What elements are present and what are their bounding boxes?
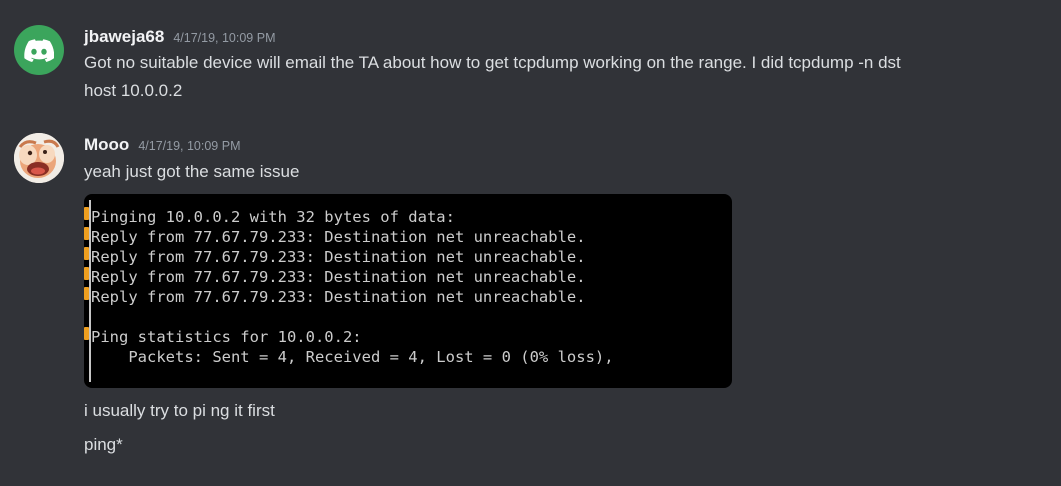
timestamp: 4/17/19, 10:09 PM xyxy=(173,31,276,45)
terminal-marker xyxy=(84,247,89,260)
terminal-line: Reply from 77.67.79.233: Destination net… xyxy=(91,288,586,306)
username[interactable]: jbaweja68 xyxy=(84,27,164,47)
timestamp: 4/17/19, 10:09 PM xyxy=(138,139,241,153)
terminal-marker xyxy=(84,267,89,280)
message-text: Got no suitable device will email the TA… xyxy=(84,53,901,72)
terminal-line: ​ xyxy=(91,307,614,327)
message-header: Mooo 4/17/19, 10:09 PM xyxy=(84,135,240,155)
terminal-marker xyxy=(84,327,89,340)
terminal-marker xyxy=(84,227,89,240)
message-text: host 10.0.0.2 xyxy=(84,81,183,100)
discord-logo-svg xyxy=(24,38,54,62)
message-text: ping* xyxy=(84,435,123,454)
terminal-line: Ping statistics for 10.0.0.2: xyxy=(91,328,362,346)
username[interactable]: Mooo xyxy=(84,135,129,155)
terminal-line: Packets: Sent = 4, Received = 4, Lost = … xyxy=(91,348,614,366)
terminal-line: Pinging 10.0.0.2 with 32 bytes of data: xyxy=(91,208,455,226)
terminal-marker xyxy=(84,207,89,220)
terminal-line: Reply from 77.67.79.233: Destination net… xyxy=(91,228,586,246)
avatar-image xyxy=(14,133,64,183)
image-attachment[interactable]: Pinging 10.0.0.2 with 32 bytes of data: R… xyxy=(84,194,732,388)
cartoon-character-avatar[interactable] xyxy=(14,133,64,183)
terminal-line: Reply from 77.67.79.233: Destination net… xyxy=(91,248,586,266)
terminal-output: Pinging 10.0.0.2 with 32 bytes of data: R… xyxy=(91,207,614,367)
message-text: i usually try to pi ng it first xyxy=(84,401,275,420)
chat-messages: jbaweja68 4/17/19, 10:09 PM Got no suita… xyxy=(0,0,1061,486)
message-text: yeah just got the same issue xyxy=(84,162,300,181)
terminal-marker xyxy=(84,287,89,300)
terminal-line: Reply from 77.67.79.233: Destination net… xyxy=(91,268,586,286)
discord-logo-icon[interactable] xyxy=(14,25,64,75)
message-header: jbaweja68 4/17/19, 10:09 PM xyxy=(84,27,275,47)
